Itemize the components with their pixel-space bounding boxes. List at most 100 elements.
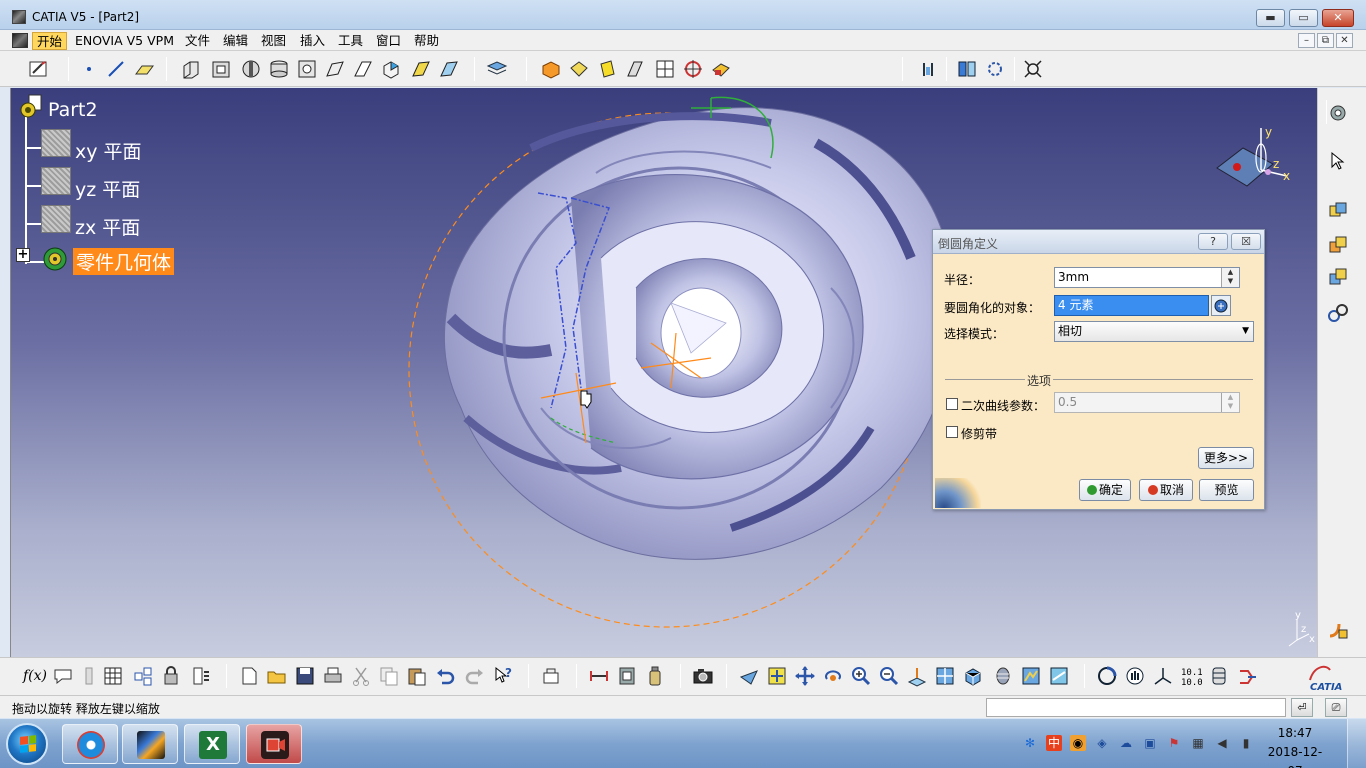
zoom-in-icon[interactable] (850, 665, 872, 687)
taskbar-media-player[interactable] (62, 724, 118, 764)
menu-edit[interactable]: 编辑 (219, 32, 252, 50)
analysis-icon[interactable] (956, 58, 978, 80)
command-input[interactable] (986, 698, 1286, 717)
mdi-restore-button[interactable]: ⧉ (1317, 33, 1334, 48)
menu-enovia[interactable]: ENOVIA V5 VPM (71, 32, 178, 50)
device-icon[interactable]: ▦ (1190, 735, 1206, 751)
menu-insert[interactable]: 插入 (296, 32, 329, 50)
measure-between-icon[interactable] (540, 665, 562, 687)
shaft-icon[interactable] (240, 58, 262, 80)
draft-icon[interactable] (596, 58, 618, 80)
inertia-icon[interactable] (616, 665, 638, 687)
copy-icon[interactable] (378, 665, 400, 687)
conic-parameter-checkbox[interactable] (946, 398, 958, 410)
removed-multi-section-icon[interactable] (438, 58, 460, 80)
measure-item-icon[interactable] (588, 665, 610, 687)
fillet-icon[interactable] (1327, 620, 1349, 642)
menu-start[interactable]: 开始 (32, 32, 68, 50)
radius-spinner[interactable]: ▲ ▼ (1221, 268, 1239, 287)
volume-icon[interactable]: ◀ (1214, 735, 1230, 751)
axis-icon[interactable] (1152, 665, 1174, 687)
network-app-icon[interactable]: ✻ (1022, 735, 1038, 751)
mdi-close-button[interactable]: ✕ (1336, 33, 1353, 48)
tree-item-zx-plane[interactable]: zx 平面 (75, 213, 140, 240)
taskbar-recorder[interactable] (246, 724, 302, 764)
hide-show-icon[interactable] (1020, 665, 1042, 687)
preview-button[interactable]: 预览 (1199, 479, 1254, 501)
rotate-icon[interactable] (822, 665, 844, 687)
layers-icon[interactable] (486, 58, 508, 80)
minimize-button[interactable]: ▬ (1256, 9, 1285, 27)
pocket-icon[interactable] (210, 58, 232, 80)
shading-icon[interactable] (992, 665, 1014, 687)
action-center-icon[interactable]: ⚑ (1166, 735, 1182, 751)
command-clear-icon[interactable]: ⎚ (1325, 698, 1347, 717)
constraint-icon[interactable] (918, 58, 940, 80)
menu-view[interactable]: 视图 (257, 32, 290, 50)
sketcher-icon[interactable] (28, 58, 50, 80)
spin-icon[interactable] (1096, 665, 1118, 687)
stiffener-icon[interactable] (380, 58, 402, 80)
publish-icon[interactable] (190, 665, 212, 687)
menu-help[interactable]: 帮助 (410, 32, 443, 50)
tree-item-yz-plane[interactable]: yz 平面 (75, 175, 140, 202)
paste-icon[interactable] (406, 665, 428, 687)
dialog-title-bar[interactable]: 倒圆角定义 ? ☒ (933, 230, 1264, 254)
point-icon[interactable] (78, 58, 100, 80)
thread-icon[interactable] (682, 58, 704, 80)
transform-icon[interactable] (1327, 302, 1349, 324)
select-icon[interactable] (1327, 150, 1349, 172)
radius-input[interactable]: 3mm ▲ ▼ (1054, 267, 1240, 288)
new-icon[interactable] (238, 665, 260, 687)
menu-tools[interactable]: 工具 (334, 32, 367, 50)
close-button[interactable]: ✕ (1322, 9, 1354, 27)
normal-view-icon[interactable] (906, 665, 928, 687)
expand-toggle-icon[interactable]: + (16, 248, 30, 262)
capture-icon[interactable] (692, 665, 714, 687)
selection-mode-select[interactable]: 相切 ▼ (1054, 321, 1254, 342)
security-icon[interactable]: ◈ (1094, 735, 1110, 751)
shell-icon[interactable] (624, 58, 646, 80)
assemble-icon[interactable] (1327, 234, 1349, 256)
weight-icon[interactable] (644, 665, 666, 687)
display-icon[interactable]: ▣ (1142, 735, 1158, 751)
slot-icon[interactable] (352, 58, 374, 80)
mdi-minimize-button[interactable]: – (1298, 33, 1315, 48)
line-icon[interactable] (105, 58, 127, 80)
layer-icon[interactable] (1208, 665, 1230, 687)
menu-window[interactable]: 窗口 (372, 32, 405, 50)
multi-section-icon[interactable] (410, 58, 432, 80)
tree-item-xy-plane[interactable]: xy 平面 (75, 137, 142, 164)
iso-view-icon[interactable] (962, 665, 984, 687)
measure-icon[interactable] (160, 665, 182, 687)
redo-icon[interactable] (464, 665, 486, 687)
knowledge-icon[interactable] (52, 665, 74, 687)
add-icon[interactable] (1327, 266, 1349, 288)
dialog-help-button[interactable]: ? (1198, 233, 1228, 250)
body-gear-icon[interactable] (40, 245, 70, 273)
lock-icon[interactable] (132, 665, 154, 687)
cut-icon[interactable] (350, 665, 372, 687)
multi-view-icon[interactable] (934, 665, 956, 687)
pad-icon[interactable] (180, 58, 202, 80)
boolean-icon[interactable] (1327, 200, 1349, 222)
thickness-icon[interactable] (654, 58, 676, 80)
compass-icon[interactable]: y z x (1211, 124, 1301, 204)
rib-icon[interactable] (324, 58, 346, 80)
remove-face-icon[interactable] (710, 58, 732, 80)
cloud-icon[interactable]: ☁ (1118, 735, 1134, 751)
more-button[interactable]: 更多>> (1198, 447, 1254, 469)
formula-icon[interactable]: f(x) (23, 665, 47, 687)
open-icon[interactable] (266, 665, 288, 687)
save-icon[interactable] (294, 665, 316, 687)
pan-icon[interactable] (794, 665, 816, 687)
hole-icon[interactable] (296, 58, 318, 80)
start-button[interactable] (6, 723, 48, 765)
object-list-icon[interactable] (1211, 295, 1231, 316)
plane-xy-icon[interactable] (41, 129, 71, 157)
trim-ribbons-checkbox[interactable] (946, 426, 958, 438)
catalog-icon[interactable] (984, 58, 1006, 80)
fly-icon[interactable] (738, 665, 760, 687)
tree-item-part-body[interactable]: 零件几何体 (73, 248, 175, 275)
plane-yz-icon[interactable] (41, 167, 71, 195)
